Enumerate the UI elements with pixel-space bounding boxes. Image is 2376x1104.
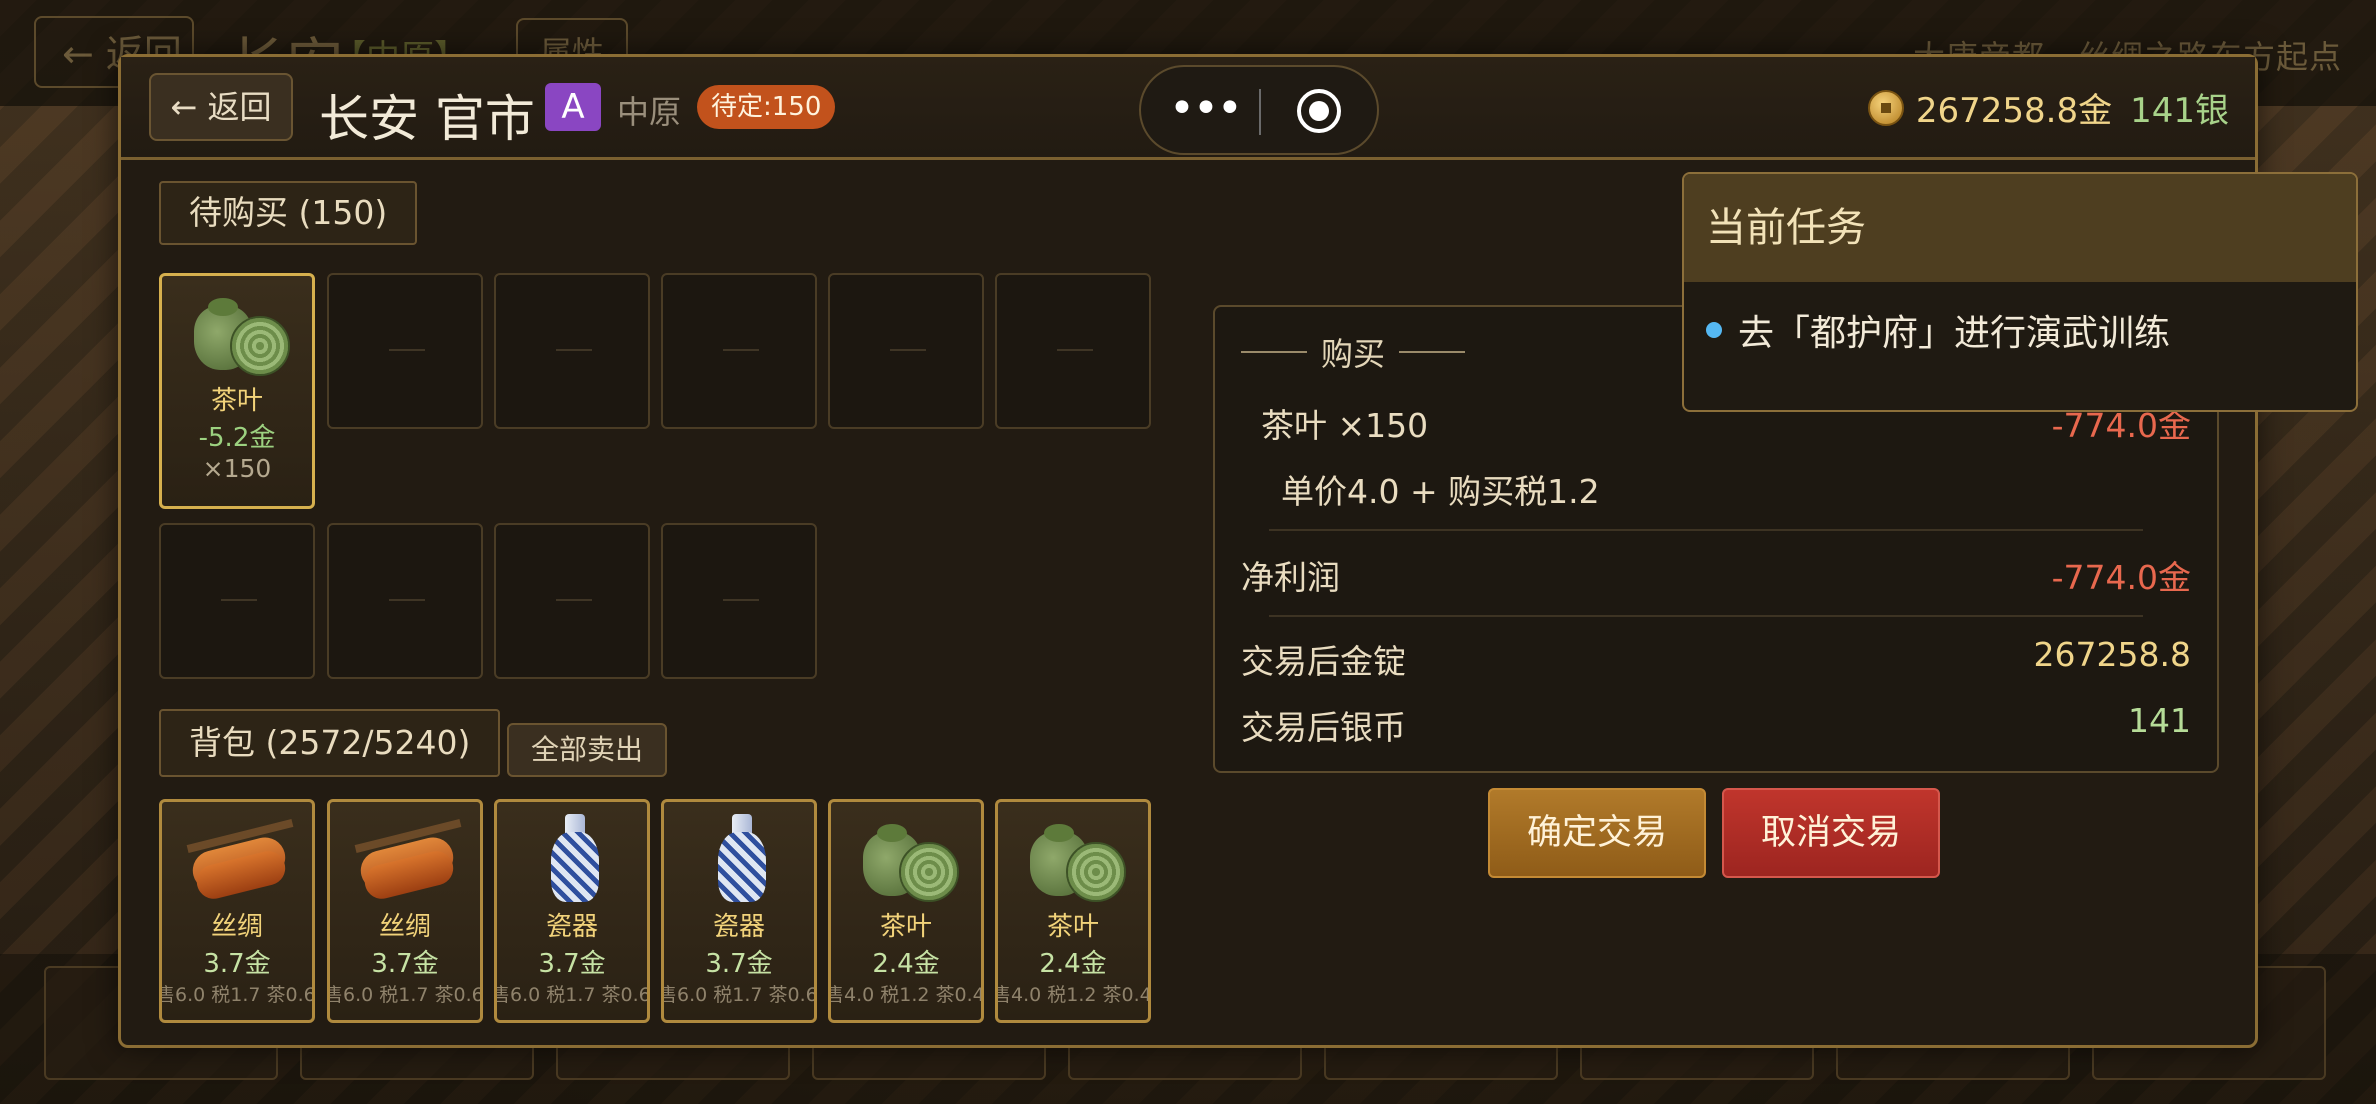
backpack-item[interactable]: 丝绸 3.7金 售6.0 税1.7 茶0.6 bbox=[327, 799, 483, 1023]
sell-all-button[interactable]: 全部卖出 bbox=[507, 723, 667, 777]
pending-item-tea[interactable]: 茶叶 -5.2金 ×150 bbox=[159, 273, 315, 509]
backpack-item[interactable]: 茶叶 2.4金 售4.0 税1.2 茶0.4 bbox=[995, 799, 1151, 1023]
net-profit-label: 净利润 bbox=[1241, 558, 1340, 597]
cancel-trade-button[interactable]: 取消交易 bbox=[1722, 788, 1940, 878]
empty-slot bbox=[159, 523, 315, 679]
item-price: 3.7金 bbox=[705, 949, 773, 979]
item-price: -5.2金 bbox=[198, 423, 276, 453]
grade-badge: A bbox=[545, 83, 601, 131]
item-name: 瓷器 bbox=[545, 912, 598, 942]
tea-icon bbox=[190, 292, 290, 376]
back-button[interactable]: ← 返回 bbox=[149, 73, 293, 141]
item-icon-box bbox=[330, 802, 480, 906]
gold-after-label: 交易后金锭 bbox=[1241, 642, 1406, 681]
gold-amount: 267258.8金 bbox=[1915, 91, 2113, 131]
backpack-item[interactable]: 瓷器 3.7金 售6.0 税1.7 茶0.6 bbox=[661, 799, 817, 1023]
item-price: 3.7金 bbox=[371, 949, 439, 979]
unit-detail: 单价4.0 + 购买税1.2 bbox=[1281, 472, 1600, 511]
vase-icon bbox=[716, 814, 768, 904]
net-profit-value: -774.0金 bbox=[2051, 558, 2191, 597]
close-target-icon[interactable] bbox=[1297, 89, 1341, 133]
empty-slot bbox=[828, 273, 984, 429]
task-text: 去「都护府」进行演武训练 bbox=[1738, 313, 2171, 354]
tea-icon bbox=[859, 818, 959, 902]
item-icon-box bbox=[664, 802, 814, 906]
item-icon-box bbox=[831, 802, 981, 906]
silk-icon bbox=[186, 819, 294, 903]
item-icon-box bbox=[162, 276, 312, 380]
backpack-item[interactable]: 茶叶 2.4金 售4.0 税1.2 茶0.4 bbox=[828, 799, 984, 1023]
summary-heading: 购买 bbox=[1241, 329, 1466, 375]
page-title: 长安 官市 bbox=[319, 90, 535, 148]
silver-after-label: 交易后银币 bbox=[1241, 708, 1406, 747]
more-icon[interactable]: ••• bbox=[1169, 87, 1243, 135]
current-task-panel[interactable]: 当前任务 去「都护府」进行演武训练 bbox=[1682, 172, 2358, 412]
item-icon-box bbox=[162, 802, 312, 906]
item-meta: 售6.0 税1.7 茶0.6 bbox=[494, 984, 650, 1006]
silver-amount: 141银 bbox=[2130, 91, 2229, 131]
pending-section-label: 待购买 (150) bbox=[159, 181, 418, 245]
item-meta: 售4.0 税1.2 茶0.4 bbox=[995, 984, 1151, 1006]
item-meta: 售6.0 税1.7 茶0.6 bbox=[327, 984, 483, 1006]
summary-divider bbox=[1269, 529, 2143, 531]
item-name: 丝绸 bbox=[378, 912, 431, 942]
empty-slot bbox=[661, 523, 817, 679]
empty-slot bbox=[494, 523, 650, 679]
empty-slot bbox=[995, 273, 1151, 429]
capsule-divider bbox=[1259, 89, 1261, 135]
item-price: 3.7金 bbox=[538, 949, 606, 979]
item-name: 茶叶 bbox=[1046, 912, 1099, 942]
item-meta: 售6.0 税1.7 茶0.6 bbox=[159, 984, 315, 1006]
empty-slot bbox=[327, 523, 483, 679]
item-icon-box bbox=[998, 802, 1148, 906]
tea-icon bbox=[1026, 818, 1126, 902]
net-profit-row: 净利润 -774.0金 bbox=[1241, 551, 2191, 599]
heading-rule bbox=[1241, 351, 1307, 353]
vase-icon bbox=[549, 814, 601, 904]
item-price: 2.4金 bbox=[872, 949, 940, 979]
pending-badge: 待定:150 bbox=[697, 85, 836, 129]
item-icon-box bbox=[497, 802, 647, 906]
item-meta: 售6.0 税1.7 茶0.6 bbox=[661, 984, 817, 1006]
item-name: 丝绸 bbox=[210, 912, 263, 942]
gold-after-value: 267258.8 bbox=[2033, 635, 2191, 674]
heading-rule bbox=[1399, 351, 1466, 353]
summary-divider bbox=[1269, 615, 2143, 617]
gold-after-row: 交易后金锭 267258.8 bbox=[1241, 635, 2191, 683]
mini-program-capsule: ••• bbox=[1139, 65, 1379, 155]
task-title: 当前任务 bbox=[1684, 174, 2356, 282]
silk-icon bbox=[354, 819, 462, 903]
item-price: 2.4金 bbox=[1039, 949, 1107, 979]
silver-after-row: 交易后银币 141 bbox=[1241, 701, 2191, 749]
item-name: 瓷器 bbox=[712, 912, 765, 942]
item-name: 茶叶 bbox=[879, 912, 932, 942]
wallet-display: 267258.8金 141银 bbox=[1867, 83, 2229, 132]
empty-slot bbox=[661, 273, 817, 429]
region-label: 中原 bbox=[617, 93, 682, 131]
panel-header: ← 返回 长安 官市 A 中原 待定:150 ••• 267258.8金 141… bbox=[121, 57, 2255, 160]
task-bullet-icon bbox=[1706, 322, 1722, 338]
silver-after-value: 141 bbox=[2128, 701, 2191, 740]
item-price: 3.7金 bbox=[203, 949, 271, 979]
item-quantity: ×150 bbox=[202, 454, 272, 483]
coin-icon bbox=[1867, 89, 1904, 126]
empty-slot bbox=[327, 273, 483, 429]
backpack-item[interactable]: 瓷器 3.7金 售6.0 税1.7 茶0.6 bbox=[494, 799, 650, 1023]
confirm-trade-button[interactable]: 确定交易 bbox=[1488, 788, 1706, 878]
item-name: 茶叶 bbox=[210, 386, 263, 416]
unit-detail-row: 单价4.0 + 购买税1.2 bbox=[1281, 465, 2191, 513]
line-item-label: 茶叶 ×150 bbox=[1261, 406, 1429, 445]
empty-slot bbox=[494, 273, 650, 429]
summary-heading-label: 购买 bbox=[1321, 335, 1386, 373]
backpack-item[interactable]: 丝绸 3.7金 售6.0 税1.7 茶0.6 bbox=[159, 799, 315, 1023]
task-body: 去「都护府」进行演武训练 bbox=[1684, 282, 2356, 410]
item-meta: 售4.0 税1.2 茶0.4 bbox=[828, 984, 984, 1006]
backpack-section-label: 背包 (2572/5240) bbox=[159, 709, 501, 777]
